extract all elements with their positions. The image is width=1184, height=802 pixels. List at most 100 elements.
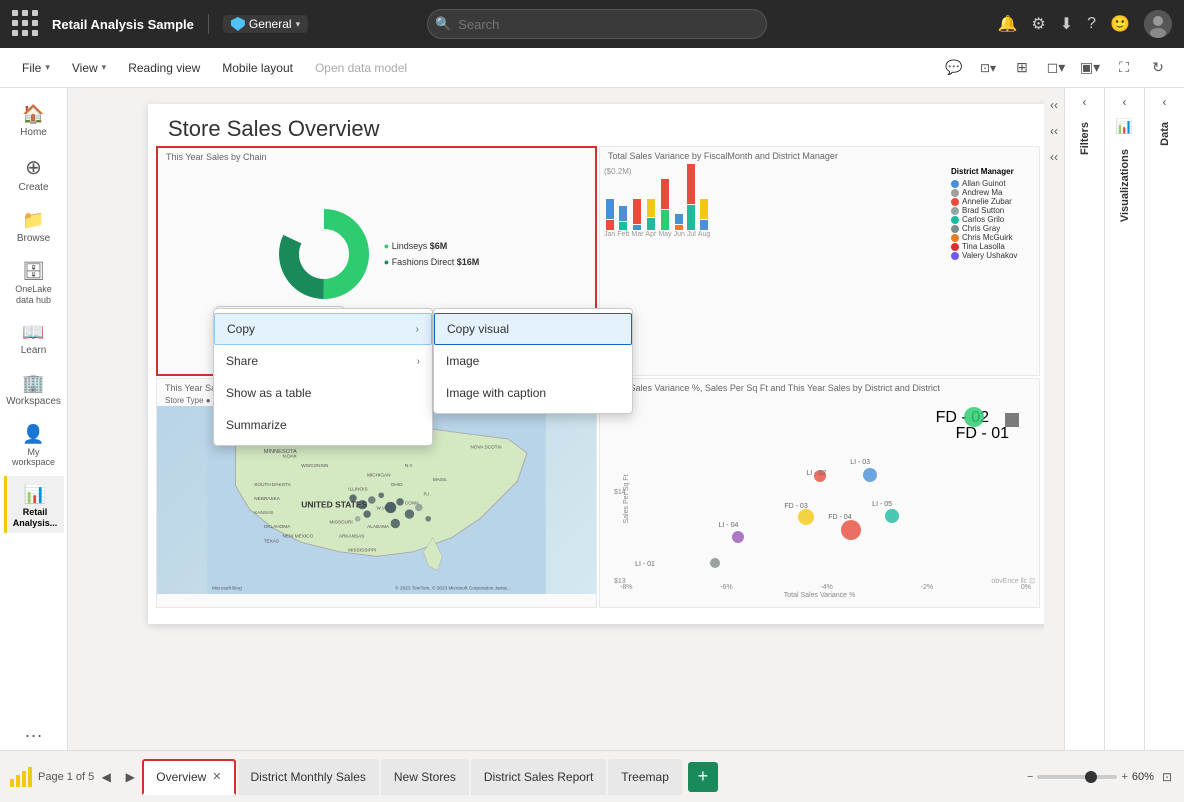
- label-fd03: FD - 03: [784, 503, 807, 510]
- svg-text:KANSAS: KANSAS: [254, 510, 273, 515]
- sidebar-item-workspaces[interactable]: 🏢 Workspaces: [4, 365, 64, 412]
- zoom-plus-icon[interactable]: +: [1121, 771, 1127, 783]
- feedback-icon[interactable]: 🙂: [1110, 14, 1130, 34]
- avatar[interactable]: [1144, 10, 1172, 38]
- general-badge[interactable]: General ▾: [223, 15, 308, 33]
- tab-district-sales-report[interactable]: District Sales Report: [471, 759, 606, 795]
- svg-text:ARKANSAS: ARKANSAS: [339, 534, 365, 539]
- sidebar-item-browse[interactable]: 📁 Browse: [4, 202, 64, 249]
- svg-text:OHIO: OHIO: [391, 482, 403, 487]
- svg-text:SOUTH DAKOTA: SOUTH DAKOTA: [254, 482, 292, 487]
- legend-item-7: Tina Lasolla: [951, 242, 1037, 251]
- home-icon: 🏠: [22, 104, 44, 125]
- canvas-title: Store Sales Overview: [148, 104, 1044, 146]
- collapse-left-btn-3[interactable]: ‹‹: [1045, 148, 1063, 166]
- context-menu-show-table[interactable]: Show as a table: [214, 377, 432, 409]
- dot-li04: [732, 530, 744, 548]
- svg-text:NEW MEXICO: NEW MEXICO: [283, 534, 314, 539]
- visualizations-panel: ‹ 📊 Visualizations: [1104, 88, 1144, 750]
- viz-icon: 📊: [1112, 114, 1137, 139]
- bar-aug: Aug: [698, 199, 710, 238]
- tab-next-btn[interactable]: ▶: [118, 765, 142, 789]
- table-icon-btn[interactable]: ⊞: [1008, 54, 1036, 82]
- data-collapse-btn[interactable]: ‹: [1151, 92, 1179, 112]
- shield-icon: [231, 17, 245, 31]
- search-wrap: 🔍: [427, 9, 767, 39]
- label-li04: LI - 04: [719, 522, 739, 529]
- sidebar-item-learn[interactable]: 📖 Learn: [4, 314, 64, 361]
- zoom-minus-icon[interactable]: −: [1027, 771, 1033, 783]
- submenu-image-caption[interactable]: Image with caption: [434, 377, 632, 409]
- context-menu-share[interactable]: Share ›: [214, 345, 432, 377]
- tab-treemap-label: Treemap: [621, 770, 669, 784]
- settings-icon[interactable]: ⚙: [1031, 14, 1045, 34]
- browse-icon: 📁: [22, 210, 44, 231]
- open-data-model-btn[interactable]: Open data model: [305, 54, 417, 82]
- viz-collapse-btn[interactable]: ‹: [1111, 92, 1139, 112]
- tab-overview[interactable]: Overview ✕: [142, 759, 235, 795]
- filters-collapse-btn[interactable]: ‹: [1071, 92, 1099, 112]
- tab-overview-close[interactable]: ✕: [212, 770, 221, 783]
- data-label[interactable]: Data: [1159, 114, 1171, 154]
- context-menu-copy[interactable]: Copy ›: [214, 313, 432, 345]
- dot-li03: [863, 468, 877, 487]
- brand-title: Retail Analysis Sample: [52, 17, 194, 32]
- svg-text:UNITED STATES: UNITED STATES: [301, 500, 367, 510]
- label-li02: LI - 02: [806, 470, 826, 477]
- mobile-layout-btn[interactable]: Mobile layout: [212, 54, 303, 82]
- sidebar-item-home[interactable]: 🏠 Home: [4, 96, 64, 143]
- help-icon[interactable]: ?: [1087, 15, 1096, 33]
- context-menu-summarize[interactable]: Summarize: [214, 409, 432, 441]
- filters-label[interactable]: Filters: [1079, 114, 1091, 163]
- submenu-image[interactable]: Image: [434, 345, 632, 377]
- share-icon-btn[interactable]: ⊡▾: [974, 54, 1002, 82]
- svg-text:MICHIGAN: MICHIGAN: [367, 473, 390, 478]
- legend-item-5: Chris Gray: [951, 224, 1037, 233]
- create-icon: ⊕: [25, 155, 42, 180]
- main-layout: 🏠 Home ⊕ Create 📁 Browse 🗄 OneLake data …: [0, 88, 1184, 750]
- visual-scatter-title: Total Sales Variance %, Sales Per Sq Ft …: [600, 379, 1039, 395]
- comment-icon-btn[interactable]: 💬: [940, 54, 968, 82]
- tab-district-monthly-sales[interactable]: District Monthly Sales: [238, 759, 379, 795]
- svg-text:TEXAS: TEXAS: [264, 538, 279, 543]
- sidebar-item-my-workspace[interactable]: 👤 My workspace: [4, 416, 64, 473]
- tab-treemap[interactable]: Treemap: [608, 759, 682, 795]
- view-menu[interactable]: View ▾: [62, 54, 116, 82]
- visual-scatter[interactable]: Total Sales Variance %, Sales Per Sq Ft …: [599, 378, 1040, 608]
- topbar: Retail Analysis Sample General ▾ 🔍 🔔 ⚙ ⬇…: [0, 0, 1184, 48]
- visual-icon-btn[interactable]: ◻▾: [1042, 54, 1070, 82]
- download-icon[interactable]: ⬇: [1060, 14, 1073, 34]
- bar-legend: District Manager Allan Guinot Andrew Ma …: [949, 163, 1039, 371]
- zoom-thumb[interactable]: [1085, 771, 1097, 783]
- fullscreen-icon-btn[interactable]: ⛶: [1110, 54, 1138, 82]
- bar-mar: Mar: [631, 199, 643, 238]
- notification-icon[interactable]: 🔔: [997, 14, 1017, 34]
- submenu-copy-visual[interactable]: Copy visual: [434, 313, 632, 345]
- refresh-icon-btn[interactable]: ↻: [1144, 54, 1172, 82]
- sidebar-item-onelake[interactable]: 🗄 OneLake data hub: [4, 253, 64, 310]
- search-input[interactable]: [427, 9, 767, 39]
- x-axis-labels: -8%-6%-4%-2%0%: [620, 584, 1031, 591]
- sidebar-more-btn[interactable]: ···: [4, 720, 64, 750]
- y-axis-val-mid: $14: [614, 489, 626, 496]
- collapse-left-btn-2[interactable]: ‹‹: [1045, 122, 1063, 140]
- viz-label[interactable]: Visualizations: [1119, 141, 1131, 230]
- zoom-slider[interactable]: [1037, 775, 1117, 779]
- visual-bar[interactable]: Total Sales Variance by FiscalMonth and …: [599, 146, 1040, 376]
- label-fd04: FD - 04: [828, 514, 851, 521]
- topbar-icons: 🔔 ⚙ ⬇ ? 🙂: [997, 10, 1172, 38]
- panel-icon-btn[interactable]: ▣▾: [1076, 54, 1104, 82]
- dot-fd03: [798, 509, 814, 530]
- tab-add-btn[interactable]: +: [688, 762, 718, 792]
- sidebar-item-retail-analysis[interactable]: 📊 Retail Analysis...: [4, 476, 64, 533]
- bar-may: May: [658, 179, 671, 238]
- fit-page-btn[interactable]: ⊡: [1158, 768, 1176, 786]
- file-menu[interactable]: File ▾: [12, 54, 60, 82]
- reading-view-btn[interactable]: Reading view: [118, 54, 210, 82]
- tab-new-stores[interactable]: New Stores: [381, 759, 469, 795]
- scatter-container: Sales Per Sq Ft -8%-6%-4%-2%0% Total Sal…: [600, 395, 1039, 603]
- tab-prev-btn[interactable]: ◀: [94, 765, 118, 789]
- apps-icon[interactable]: [12, 10, 40, 38]
- collapse-left-btn-1[interactable]: ‹‹: [1045, 96, 1063, 114]
- sidebar-item-create[interactable]: ⊕ Create: [4, 147, 64, 198]
